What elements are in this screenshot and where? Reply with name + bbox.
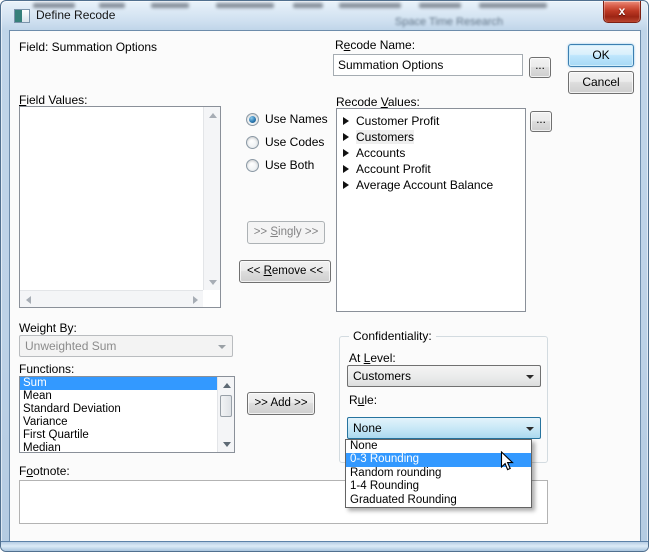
mouse-cursor-icon bbox=[500, 451, 514, 472]
footnote-label: Footnote: bbox=[19, 464, 70, 478]
remove-button[interactable]: << Remove << bbox=[239, 260, 331, 283]
dialog-client-area: Field: Summation Options Recode Name: ..… bbox=[9, 30, 641, 543]
titlebar-artifact bbox=[293, 3, 323, 8]
expand-arrow-icon[interactable] bbox=[343, 117, 349, 125]
radio-use-names[interactable]: Use Names bbox=[246, 111, 328, 127]
titlebar-artifact bbox=[419, 3, 461, 8]
field-values-hscrollbar[interactable] bbox=[20, 290, 203, 307]
function-item[interactable]: Sum bbox=[20, 377, 217, 390]
titlebar-artifact bbox=[151, 3, 189, 8]
field-summary-label: Field: Summation Options bbox=[19, 40, 157, 54]
window-bottom-border bbox=[1, 541, 648, 551]
recode-name-input[interactable] bbox=[333, 54, 523, 76]
triangle-down-icon bbox=[209, 280, 217, 285]
recode-name-browse-button[interactable]: ... bbox=[529, 57, 551, 78]
field-values-label: Field Values: bbox=[19, 93, 88, 107]
titlebar-artifact bbox=[339, 3, 401, 8]
field-values-listbox[interactable] bbox=[19, 106, 221, 308]
weight-by-label: Weight By: bbox=[19, 321, 77, 335]
cancel-button[interactable]: Cancel bbox=[568, 71, 634, 94]
background-watermark: Space Time Research bbox=[384, 16, 514, 28]
at-level-label: At Level: bbox=[349, 351, 396, 365]
rule-value: None bbox=[353, 421, 382, 435]
radio-label: Use Codes bbox=[265, 135, 324, 149]
function-item[interactable]: Variance bbox=[20, 416, 217, 429]
triangle-down-icon bbox=[223, 442, 231, 447]
radio-use-both[interactable]: Use Both bbox=[246, 157, 314, 173]
expand-arrow-icon[interactable] bbox=[343, 149, 349, 157]
recode-value-item[interactable]: Customer Profit bbox=[337, 113, 525, 129]
functions-label: Functions: bbox=[19, 362, 74, 376]
window-title: Define Recode bbox=[36, 8, 115, 22]
add-button[interactable]: >> Add >> bbox=[247, 392, 315, 415]
title-bar[interactable]: Space Time Research Define Recode x bbox=[1, 1, 648, 30]
expand-arrow-icon[interactable] bbox=[343, 165, 349, 173]
function-item[interactable]: Standard Deviation bbox=[20, 403, 217, 416]
triangle-left-icon bbox=[26, 296, 31, 304]
chevron-down-icon bbox=[526, 375, 534, 379]
rule-label: Rule: bbox=[349, 393, 377, 407]
function-item[interactable]: Mean bbox=[20, 390, 217, 403]
recode-values-listbox[interactable]: Customer Profit Customers Accounts Accou… bbox=[336, 108, 526, 312]
confidentiality-label: Confidentiality: bbox=[349, 329, 436, 343]
triangle-up-icon bbox=[209, 113, 217, 118]
function-item[interactable]: Median bbox=[20, 442, 217, 453]
scroll-down-button[interactable] bbox=[204, 274, 221, 290]
at-level-value: Customers bbox=[353, 369, 411, 383]
titlebar-artifact bbox=[216, 3, 274, 8]
rule-option[interactable]: 1-4 Rounding bbox=[346, 480, 531, 493]
recode-value-item[interactable]: Accounts bbox=[337, 145, 525, 161]
weight-by-value: Unweighted Sum bbox=[25, 339, 116, 353]
expand-arrow-icon[interactable] bbox=[343, 133, 349, 141]
function-item[interactable]: First Quartile bbox=[20, 429, 217, 442]
chevron-down-icon bbox=[526, 427, 534, 431]
radio-icon bbox=[246, 159, 259, 172]
rule-dropdown-list[interactable]: None 0-3 Rounding Random rounding 1-4 Ro… bbox=[345, 439, 532, 508]
scroll-up-button[interactable] bbox=[204, 107, 221, 123]
define-recode-dialog: Space Time Research Define Recode x Fiel… bbox=[0, 0, 649, 552]
radio-label: Use Both bbox=[265, 158, 314, 172]
triangle-right-icon bbox=[193, 296, 198, 304]
titlebar-artifact bbox=[479, 3, 547, 8]
radio-use-codes[interactable]: Use Codes bbox=[246, 134, 324, 150]
rule-option[interactable]: Graduated Rounding bbox=[346, 494, 531, 507]
ok-button[interactable]: OK bbox=[568, 44, 634, 67]
scroll-left-button[interactable] bbox=[20, 291, 36, 308]
recode-value-item[interactable]: Account Profit bbox=[337, 161, 525, 177]
triangle-up-icon bbox=[223, 383, 231, 388]
singly-button[interactable]: >> Singly >> bbox=[247, 221, 325, 244]
rule-combobox[interactable]: None bbox=[347, 417, 541, 439]
scroll-up-button[interactable] bbox=[218, 377, 235, 393]
field-values-vscrollbar[interactable] bbox=[203, 107, 220, 290]
recode-value-item[interactable]: Customers bbox=[337, 129, 525, 145]
recode-name-label: Recode Name: bbox=[335, 38, 415, 52]
recode-value-item[interactable]: Average Account Balance bbox=[337, 177, 525, 193]
expand-arrow-icon[interactable] bbox=[343, 181, 349, 189]
close-button[interactable]: x bbox=[603, 1, 641, 23]
at-level-combobox[interactable]: Customers bbox=[347, 365, 541, 387]
app-icon bbox=[14, 9, 30, 23]
radio-label: Use Names bbox=[265, 112, 328, 126]
recode-values-browse-button[interactable]: ... bbox=[530, 111, 552, 132]
scrollbar-thumb[interactable] bbox=[220, 395, 232, 417]
scroll-right-button[interactable] bbox=[187, 291, 203, 308]
weight-by-combobox[interactable]: Unweighted Sum bbox=[19, 335, 233, 357]
chevron-down-icon bbox=[218, 345, 226, 349]
radio-selected-icon bbox=[246, 113, 259, 126]
functions-listbox[interactable]: Sum Mean Standard Deviation Variance Fir… bbox=[19, 376, 235, 453]
scroll-down-button[interactable] bbox=[218, 436, 235, 452]
radio-icon bbox=[246, 136, 259, 149]
functions-vscrollbar[interactable] bbox=[217, 377, 234, 452]
recode-values-label: Recode Values: bbox=[336, 95, 420, 109]
